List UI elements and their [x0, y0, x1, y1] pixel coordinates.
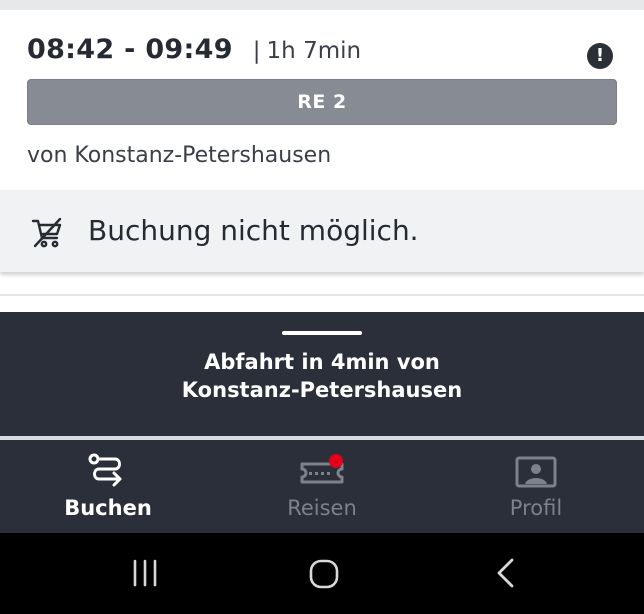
booking-notice: Buchung nicht möglich. [0, 190, 644, 272]
time-row: 08:42 - 09:49 | 1h 7min [27, 34, 361, 65]
recent-apps-icon[interactable] [130, 557, 160, 589]
departure-info-line2: Konstanz-Petershausen [181, 378, 463, 402]
connection-card[interactable]: 08:42 - 09:49 | 1h 7min ! RE 2 von Konst… [0, 10, 644, 190]
departure-info-line1: Abfahrt in 4min von [204, 350, 440, 374]
bottom-navigation: Buchen Reisen Profil [0, 440, 644, 533]
train-line-bar: RE 2 [27, 79, 617, 125]
ticket-icon [300, 454, 344, 484]
nav-item-reisen[interactable]: Reisen [215, 440, 429, 533]
nav-item-buchen[interactable]: Buchen [1, 440, 215, 533]
time-separator: | [252, 38, 261, 64]
nav-label-reisen: Reisen [287, 496, 357, 520]
train-line-label: RE 2 [297, 91, 347, 113]
nav-label-buchen: Buchen [64, 496, 152, 520]
nav-label-profil: Profil [509, 496, 563, 520]
origin-station: von Konstanz-Petershausen [27, 143, 332, 168]
departure-bottom-sheet[interactable]: Abfahrt in 4min von Konstanz-Petershause… [0, 312, 644, 436]
sheet-drag-handle[interactable] [282, 331, 362, 335]
route-icon [88, 453, 122, 487]
profile-icon [515, 456, 557, 488]
departure-arrival-times: 08:42 - 09:49 [27, 34, 233, 65]
back-icon[interactable] [492, 557, 518, 589]
system-navigation-bar [0, 533, 644, 614]
alert-icon[interactable]: ! [587, 43, 613, 69]
next-card-edge [0, 294, 644, 296]
notification-badge [329, 454, 343, 468]
journey-duration: 1h 7min [266, 38, 362, 64]
booking-notice-text: Buchung nicht möglich. [88, 214, 419, 247]
cart-crossed-icon [31, 217, 62, 248]
home-icon[interactable] [307, 557, 341, 591]
top-scroll-strip [0, 0, 644, 10]
nav-item-profil[interactable]: Profil [429, 440, 643, 533]
